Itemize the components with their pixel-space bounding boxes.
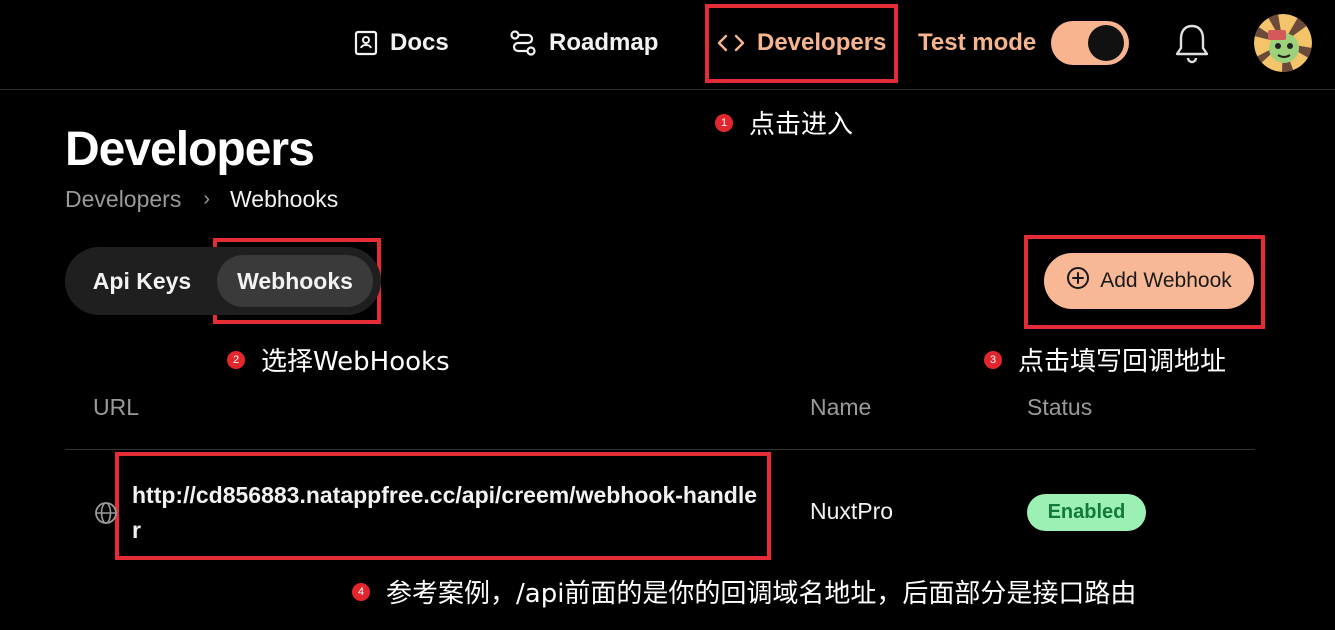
annotation-2-text: 选择WebHooks	[261, 347, 450, 377]
annotation-1-text: 点击进入	[749, 110, 854, 140]
webhook-url[interactable]: http://cd856883.natappfree.cc/api/creem/…	[132, 478, 762, 548]
column-header-url: URL	[93, 394, 140, 420]
bell-icon[interactable]	[1172, 22, 1212, 69]
nav-developers-link[interactable]: Developers	[717, 24, 886, 62]
code-icon	[717, 32, 745, 54]
test-mode-label: Test mode	[918, 29, 1037, 56]
nav-roadmap-link[interactable]: Roadmap	[509, 24, 658, 62]
column-header-status: Status	[1027, 394, 1093, 420]
globe-icon	[94, 501, 118, 530]
tab-bar: Api Keys Webhooks	[65, 247, 381, 315]
column-header-name: Name	[810, 394, 872, 420]
annotation-4-text: 参考案例，/api前面的是你的回调域名地址，后面部分是接口路由	[386, 579, 1137, 609]
table-divider	[65, 449, 1255, 450]
avatar[interactable]	[1254, 14, 1312, 72]
route-icon	[509, 30, 537, 56]
nav-roadmap-label: Roadmap	[549, 29, 659, 56]
breadcrumb-parent-link[interactable]: Developers	[65, 186, 181, 213]
nav-docs-label: Docs	[390, 29, 449, 56]
annotation-3: 3 点击填写回调地址	[984, 341, 1226, 378]
annotation-2-number: 2	[227, 350, 245, 369]
annotation-1-number: 1	[715, 113, 733, 132]
nav-developers-label: Developers	[757, 29, 887, 56]
book-icon	[354, 30, 378, 56]
breadcrumb: Developers › Webhooks	[65, 186, 338, 213]
breadcrumb-current: Webhooks	[230, 186, 339, 212]
annotation-1: 1 点击进入	[715, 104, 853, 141]
webhook-name: NuxtPro	[810, 498, 894, 524]
nav-docs-link[interactable]: Docs	[354, 24, 449, 62]
plus-circle-icon	[1066, 266, 1090, 296]
page-title: Developers	[65, 123, 315, 176]
test-mode-toggle[interactable]	[1051, 21, 1129, 65]
top-nav: Docs Roadmap Developers Test mode	[0, 0, 1335, 90]
status-badge: Enabled	[1027, 494, 1146, 531]
add-webhook-button[interactable]: Add Webhook	[1044, 253, 1254, 309]
annotation-3-text: 点击填写回调地址	[1018, 347, 1227, 377]
annotation-2: 2 选择WebHooks	[227, 341, 450, 378]
tab-webhooks[interactable]: Webhooks	[217, 255, 373, 307]
toggle-knob	[1088, 25, 1124, 61]
chevron-right-icon: ›	[203, 188, 211, 210]
tab-api-keys[interactable]: Api Keys	[77, 255, 207, 307]
add-webhook-label: Add Webhook	[1100, 269, 1232, 292]
annotation-4: 4 参考案例，/api前面的是你的回调域名地址，后面部分是接口路由	[352, 573, 1136, 610]
annotation-4-number: 4	[352, 582, 370, 601]
annotation-3-number: 3	[984, 350, 1002, 369]
